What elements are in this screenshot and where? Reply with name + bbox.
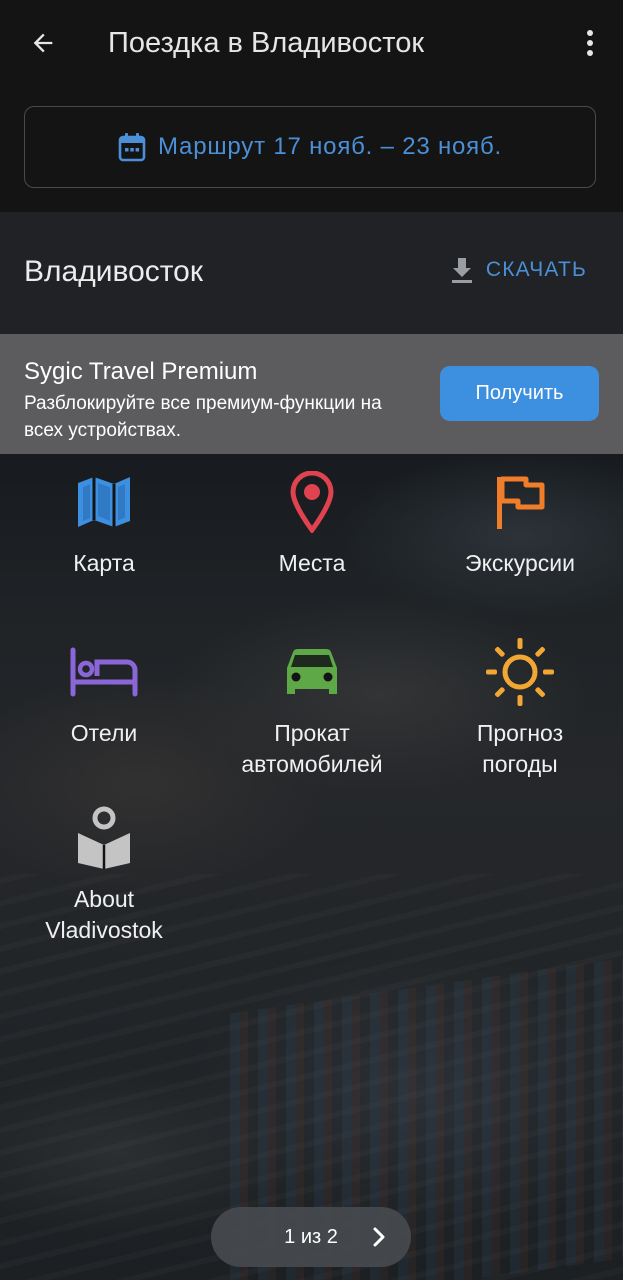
tile-weather[interactable]: Прогноз погоды [416, 638, 623, 780]
bed-icon [70, 647, 138, 697]
premium-title: Sygic Travel Premium [24, 358, 258, 385]
more-vert-icon [587, 30, 593, 56]
premium-banner: Sygic Travel Premium Разблокируйте все п… [0, 334, 623, 454]
tile-label: About Vladivostok [45, 886, 163, 943]
tile-label: Экскурсии [465, 550, 575, 576]
download-button[interactable]: СКАЧАТЬ [450, 256, 587, 284]
tile-label: Прогноз погоды [476, 720, 564, 777]
tile-label: Отели [70, 720, 138, 746]
arrow-back-icon [33, 33, 53, 53]
download-icon [451, 258, 472, 283]
calendar-icon [118, 133, 146, 162]
download-label: СКАЧАТЬ [485, 258, 587, 281]
tile-places[interactable]: Места [208, 470, 416, 579]
get-premium-button[interactable]: Получить [440, 366, 599, 421]
tile-about-city[interactable]: About Vladivostok [0, 806, 208, 946]
next-page-button[interactable] [361, 1219, 397, 1255]
tile-label: Прокат автомобилей [241, 720, 383, 777]
premium-description: Разблокируйте все премиум-функции на все… [24, 393, 382, 441]
tile-car-rental[interactable]: Прокат автомобилей [208, 640, 416, 780]
car-icon [287, 649, 337, 694]
route-dates-label: Маршрут 17 нояб. – 23 нояб. [158, 133, 502, 160]
city-name: Владивосток [24, 255, 203, 288]
tile-tours[interactable]: Экскурсии [416, 470, 623, 579]
sun-icon [486, 638, 554, 706]
guide-book-icon [78, 806, 130, 869]
more-options-button[interactable] [570, 22, 610, 64]
page-title: Поездка в Владивосток [108, 27, 425, 59]
route-dates-button[interactable]: Маршрут 17 нояб. – 23 нояб. [24, 106, 596, 188]
tile-map[interactable]: Карта [0, 470, 208, 579]
tile-label: Карта [73, 550, 135, 576]
pin-icon [290, 471, 334, 533]
pager: 1 из 2 [211, 1207, 411, 1267]
app-bar: Поездка в Владивосток Маршрут 17 нояб. –… [0, 0, 623, 212]
flag-icon [497, 476, 545, 529]
tile-hotels[interactable]: Отели [0, 640, 208, 749]
back-button[interactable] [22, 22, 64, 64]
map-icon [78, 477, 130, 527]
tile-label: Места [278, 550, 346, 576]
chevron-right-icon [373, 1227, 385, 1247]
city-header: Владивосток СКАЧАТЬ [0, 212, 623, 334]
